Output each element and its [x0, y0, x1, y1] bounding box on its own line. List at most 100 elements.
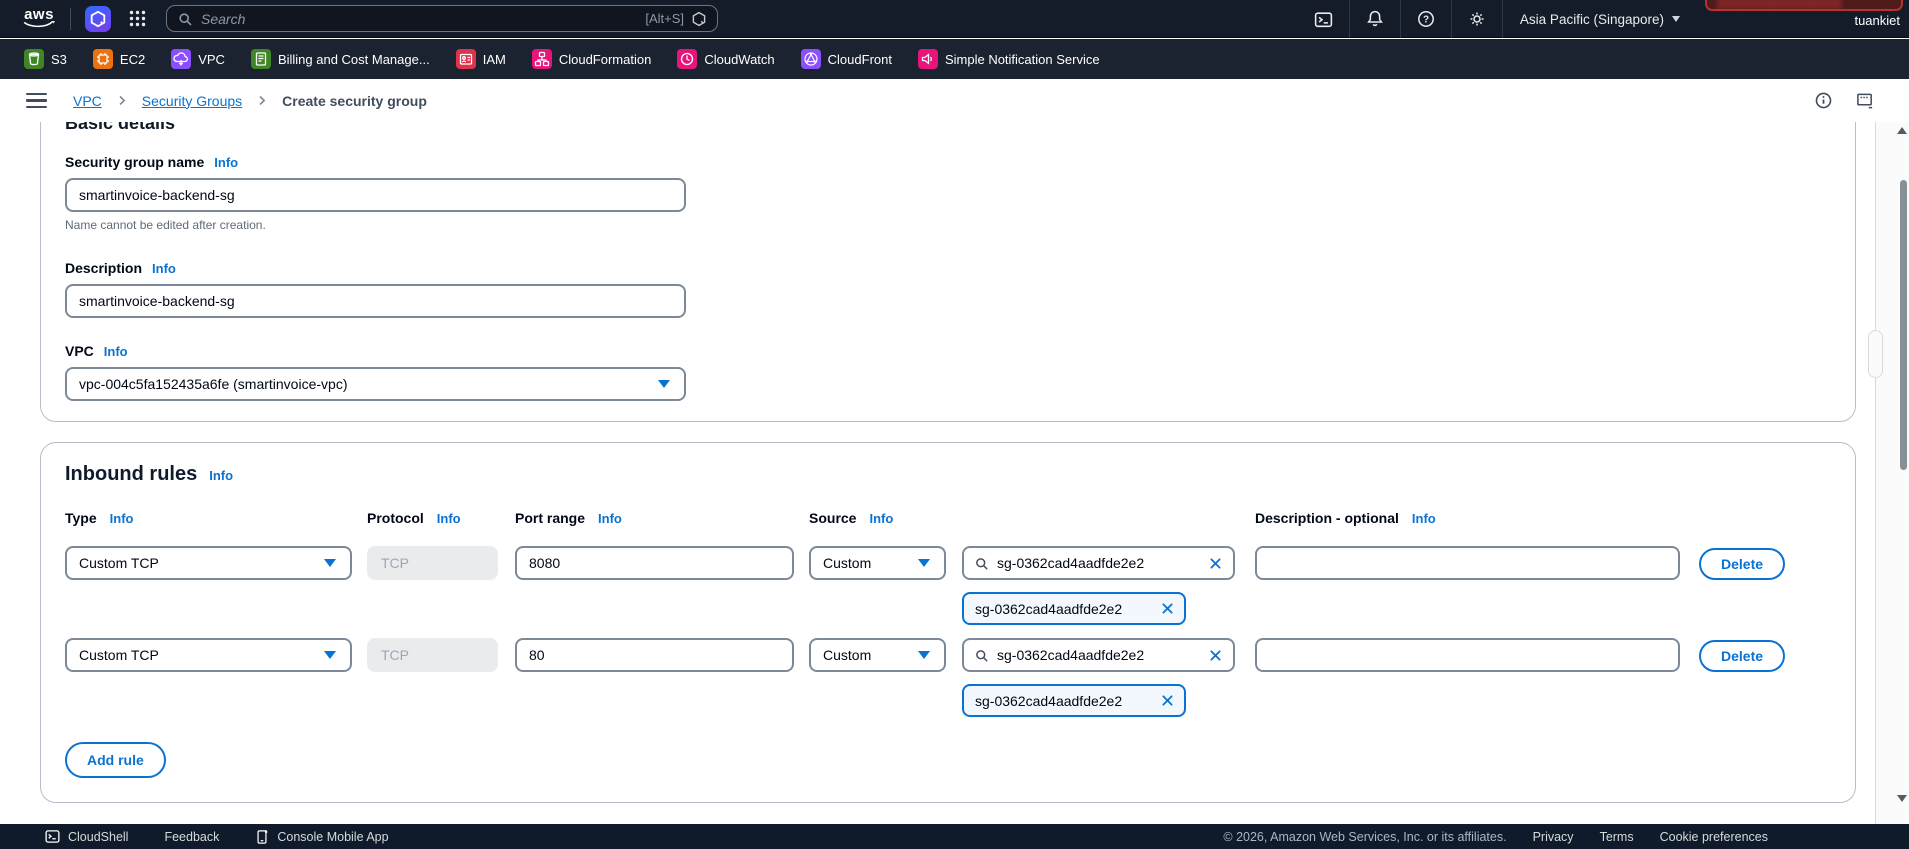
info-link[interactable]: Info [437, 511, 461, 526]
delete-rule-button[interactable]: Delete [1699, 548, 1785, 580]
breadcrumb-row: VPC Security Groups Create security grou… [0, 79, 1909, 122]
console-footer: CloudShell Feedback Console Mobile App ©… [0, 824, 1909, 849]
info-link[interactable]: Info [214, 155, 238, 170]
favorite-cloudformation[interactable]: CloudFormation [532, 49, 652, 69]
security-group-chip[interactable]: sg-0362cad4aadfde2e2 [962, 684, 1186, 717]
breadcrumb-current-page: Create security group [282, 93, 427, 109]
info-link[interactable]: Info [209, 468, 233, 483]
vertical-scrollbar-thumb[interactable] [1900, 180, 1907, 470]
favorite-s3[interactable]: S3 [24, 49, 67, 69]
footer-cloudshell-button[interactable]: CloudShell [45, 829, 128, 844]
redaction-smudge: ████████████████ [1707, 0, 1901, 9]
protocol-column-header: Protocol [367, 510, 424, 526]
info-link[interactable]: Info [598, 511, 622, 526]
apps-grid-icon[interactable] [129, 10, 146, 27]
security-group-name-label: Security group name Info [65, 154, 1831, 170]
info-link[interactable]: Info [152, 261, 176, 276]
footer-privacy-link[interactable]: Privacy [1533, 830, 1574, 844]
info-link[interactable]: Info [869, 511, 893, 526]
basic-details-card: Basic details Security group name Info s… [40, 122, 1856, 422]
footer-cookie-preferences-link[interactable]: Cookie preferences [1660, 830, 1768, 844]
breadcrumb-vpc-link[interactable]: VPC [73, 93, 102, 109]
favorite-sns[interactable]: Simple Notification Service [918, 49, 1100, 69]
delete-rule-button[interactable]: Delete [1699, 640, 1785, 672]
account-menu-redacted[interactable]: ████████████████ [1705, 0, 1903, 11]
port-range-input[interactable]: 80 [515, 638, 794, 672]
clear-search-icon[interactable] [1208, 648, 1223, 663]
protocol-field-disabled: TCP [367, 546, 498, 580]
info-link[interactable]: Info [104, 344, 128, 359]
footer-feedback-button[interactable]: Feedback [164, 830, 219, 844]
vpc-icon [171, 49, 191, 69]
favorite-cloudwatch[interactable]: CloudWatch [677, 49, 774, 69]
type-column-header: Type [65, 510, 97, 526]
port-range-column-header: Port range [515, 510, 585, 526]
description-column-header: Description - optional [1255, 510, 1399, 526]
cloudshell-terminal-icon [1313, 9, 1334, 30]
favorite-vpc[interactable]: VPC [171, 49, 225, 69]
cloudshell-button[interactable] [1298, 0, 1349, 38]
section-title: Inbound rules Info [65, 463, 1831, 486]
type-select[interactable]: Custom TCP [65, 638, 352, 672]
aws-logo[interactable]: aws [22, 8, 56, 30]
search-placeholder: Search [201, 11, 245, 27]
svg-text:?: ? [1423, 15, 1429, 26]
source-search-input[interactable]: sg-0362cad4aadfde2e2 [962, 638, 1235, 672]
notifications-button[interactable] [1350, 0, 1400, 38]
aws-smile-icon [22, 21, 56, 30]
rules-column-headers: Type Info Protocol Info Port range Info Sou… [65, 510, 1831, 528]
region-selector[interactable]: Asia Pacific (Singapore) [1503, 12, 1680, 27]
remove-chip-icon[interactable] [1160, 693, 1175, 708]
divider [70, 8, 71, 30]
hamburger-menu-icon[interactable] [26, 93, 47, 109]
footer-terms-link[interactable]: Terms [1600, 830, 1634, 844]
cloudformation-icon [532, 49, 552, 69]
amazon-q-icon[interactable] [85, 6, 111, 32]
chevron-down-icon [324, 651, 336, 659]
security-group-name-input[interactable]: smartinvoice-backend-sg [65, 178, 686, 212]
iam-icon [456, 49, 476, 69]
source-type-select[interactable]: Custom [809, 638, 946, 672]
sns-icon [918, 49, 938, 69]
scroll-up-arrow[interactable] [1897, 127, 1907, 134]
question-mark-icon: ? [1416, 9, 1436, 29]
description-input[interactable]: smartinvoice-backend-sg [65, 284, 686, 318]
security-group-chip[interactable]: sg-0362cad4aadfde2e2 [962, 592, 1186, 625]
favorite-billing[interactable]: Billing and Cost Manage... [251, 49, 430, 69]
panel-resize-handle[interactable] [1868, 330, 1883, 378]
port-range-input[interactable]: 8080 [515, 546, 794, 580]
source-search-input[interactable]: sg-0362cad4aadfde2e2 [962, 546, 1235, 580]
info-panel-icon[interactable] [1814, 91, 1833, 110]
rule-description-input[interactable] [1255, 638, 1680, 672]
chevron-down-icon [658, 380, 670, 388]
search-icon [177, 11, 193, 27]
settings-button[interactable] [1452, 0, 1502, 38]
info-link[interactable]: Info [110, 511, 134, 526]
clear-search-icon[interactable] [1208, 556, 1223, 571]
search-input[interactable]: Search [Alt+S] [166, 5, 718, 32]
aws-logo-text: aws [24, 8, 54, 21]
vpc-select[interactable]: vpc-004c5fa152435a6fe (smartinvoice-vpc) [65, 367, 686, 401]
split-panel-icon[interactable] [1855, 91, 1875, 110]
source-type-select[interactable]: Custom [809, 546, 946, 580]
scroll-down-arrow[interactable] [1897, 795, 1907, 802]
favorite-cloudfront[interactable]: CloudFront [801, 49, 892, 69]
breadcrumb-security-groups-link[interactable]: Security Groups [142, 93, 242, 109]
type-select[interactable]: Custom TCP [65, 546, 352, 580]
add-rule-button[interactable]: Add rule [65, 742, 166, 778]
name-helper-text: Name cannot be edited after creation. [65, 218, 1831, 232]
favorite-ec2[interactable]: EC2 [93, 49, 145, 69]
vpc-label: VPC Info [65, 343, 1831, 359]
source-column-header: Source [809, 510, 856, 526]
help-button[interactable]: ? [1401, 0, 1451, 38]
username-label: tuankiet [1854, 13, 1900, 28]
gear-icon [1467, 9, 1487, 29]
section-title: Basic details [65, 122, 1831, 134]
info-link[interactable]: Info [1412, 511, 1436, 526]
bell-icon [1365, 9, 1385, 29]
rule-description-input[interactable] [1255, 546, 1680, 580]
search-icon [974, 556, 989, 571]
remove-chip-icon[interactable] [1160, 601, 1175, 616]
favorite-iam[interactable]: IAM [456, 49, 506, 69]
footer-mobile-app-button[interactable]: Console Mobile App [255, 829, 388, 845]
